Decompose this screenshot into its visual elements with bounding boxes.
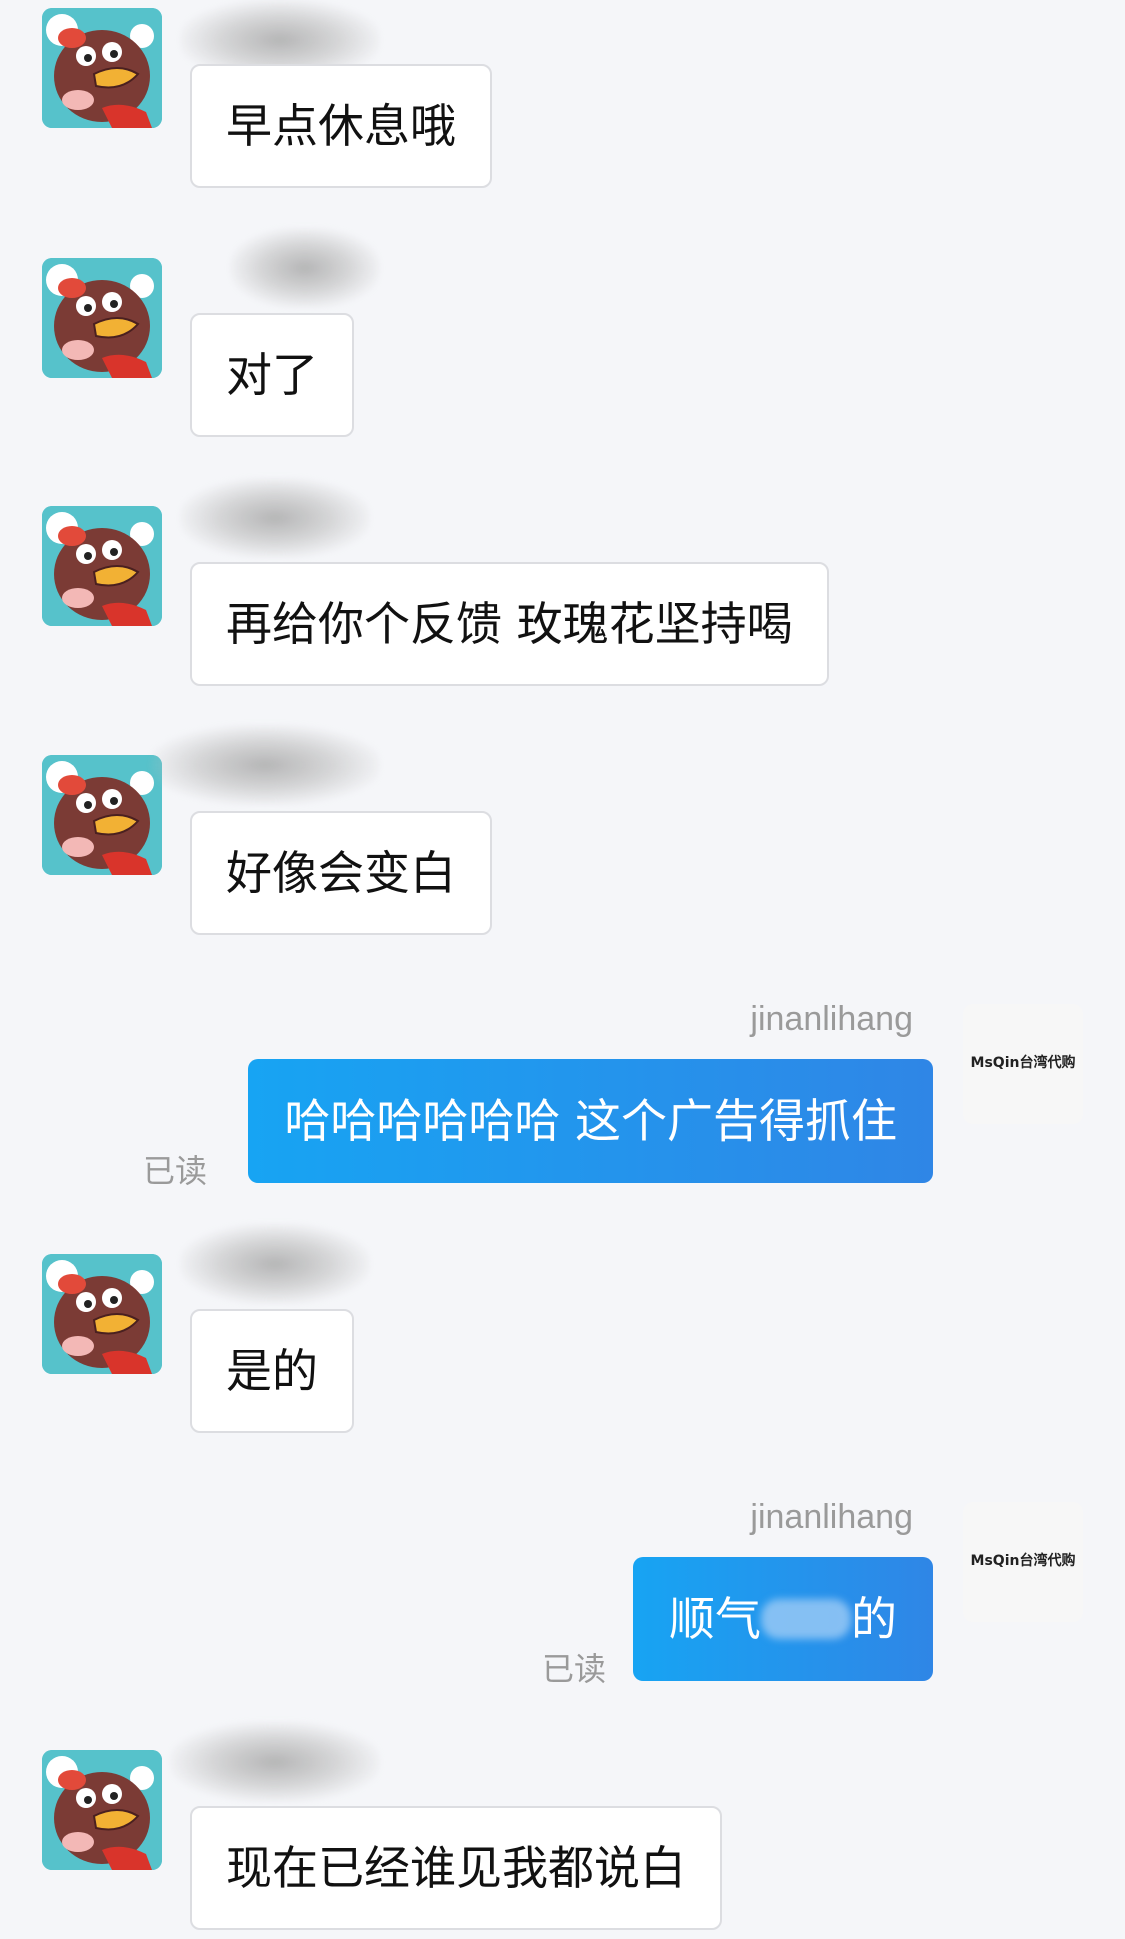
chat-thread: 早点休息哦 对了 再给你个反馈 玫瑰花坚持喝 好像会变白 jinanlihang… bbox=[0, 0, 1125, 1939]
message-bubble[interactable]: 好像会变白 bbox=[190, 811, 492, 935]
sender-name-redacted bbox=[180, 478, 370, 558]
read-status: 已读 bbox=[143, 1152, 208, 1190]
message-bubble[interactable]: 哈哈哈哈哈哈 这个广告得抓住 bbox=[248, 1059, 933, 1183]
message-bubble[interactable]: 对了 bbox=[190, 313, 354, 437]
cartoon-duck-icon bbox=[42, 755, 162, 875]
message-text-start: 顺气 bbox=[669, 1592, 761, 1646]
message-bubble[interactable]: 再给你个反馈 玫瑰花坚持喝 bbox=[190, 562, 829, 686]
self-avatar[interactable]: MsQin台湾代购 bbox=[963, 1004, 1083, 1124]
contact-avatar[interactable] bbox=[42, 8, 162, 128]
cartoon-duck-icon bbox=[42, 506, 162, 626]
message-bubble[interactable]: 是的 bbox=[190, 1309, 354, 1433]
sender-name-redacted bbox=[180, 1224, 370, 1304]
contact-avatar[interactable] bbox=[42, 755, 162, 875]
message-bubble[interactable]: 顺气 的 bbox=[633, 1557, 933, 1681]
contact-avatar[interactable] bbox=[42, 258, 162, 378]
cartoon-duck-icon bbox=[42, 8, 162, 128]
sender-name: jinanlihang bbox=[750, 1000, 913, 1038]
sender-name: jinanlihang bbox=[750, 1498, 913, 1536]
cartoon-duck-icon bbox=[42, 1750, 162, 1870]
cartoon-duck-icon bbox=[42, 258, 162, 378]
self-avatar[interactable]: MsQin台湾代购 bbox=[963, 1502, 1083, 1622]
shop-logo-icon: MsQin台湾代购 bbox=[970, 1055, 1076, 1071]
shop-logo-icon: MsQin台湾代购 bbox=[970, 1553, 1076, 1569]
read-status: 已读 bbox=[542, 1650, 607, 1688]
message-text-end: 的 bbox=[851, 1592, 897, 1646]
cartoon-duck-icon bbox=[42, 1254, 162, 1374]
contact-avatar[interactable] bbox=[42, 506, 162, 626]
message-bubble[interactable]: 早点休息哦 bbox=[190, 64, 492, 188]
redacted-text bbox=[761, 1599, 851, 1639]
contact-avatar[interactable] bbox=[42, 1254, 162, 1374]
sender-name-redacted bbox=[150, 725, 380, 805]
sender-name-redacted bbox=[230, 228, 380, 308]
sender-name-redacted bbox=[170, 1722, 380, 1802]
message-bubble[interactable]: 现在已经谁见我都说白 bbox=[190, 1806, 722, 1930]
contact-avatar[interactable] bbox=[42, 1750, 162, 1870]
